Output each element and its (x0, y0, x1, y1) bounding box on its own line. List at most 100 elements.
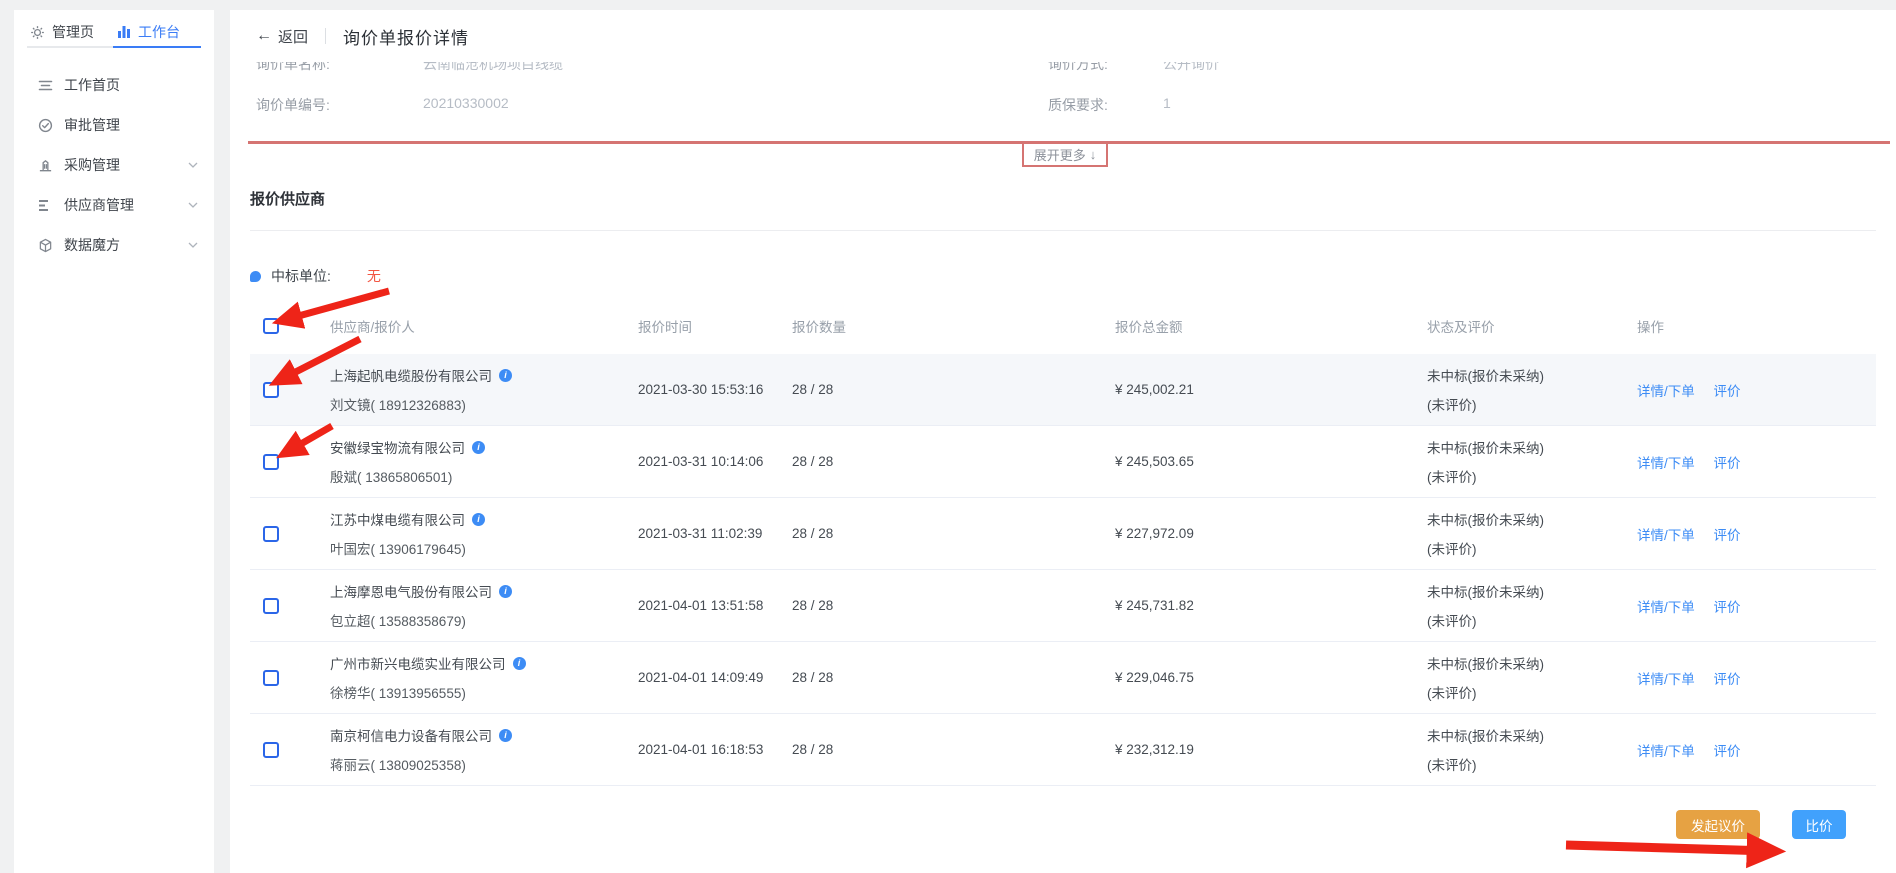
sidebar-item-work-home[interactable]: 工作首页 (14, 65, 214, 105)
approve-check-icon (38, 118, 53, 133)
status-line1: 未中标(报价未采纳) (1427, 365, 1627, 385)
supplier-company: 安徽绿宝物流有限公司 (330, 437, 465, 457)
evaluate-link[interactable]: 评价 (1714, 528, 1741, 543)
quote-qty: 28 / 28 (782, 382, 1105, 397)
row-checkbox[interactable] (263, 526, 279, 542)
content-card: ← 返回 询价单报价详情 询价单名称: 云南临沧机场项目线缆 询价方式: 公开询… (230, 10, 1896, 873)
quote-qty: 28 / 28 (782, 598, 1105, 613)
info-icon[interactable] (499, 585, 512, 598)
quote-qty: 28 / 28 (782, 454, 1105, 469)
quote-amount: ¥ 227,972.09 (1105, 526, 1417, 541)
supplier-company: 上海起帆电缆股份有限公司 (330, 365, 492, 385)
status-line1: 未中标(报价未采纳) (1427, 725, 1627, 745)
sidebar-menu: 工作首页 审批管理 采购管理 (14, 65, 214, 265)
page-title: 询价单报价详情 (343, 24, 469, 49)
sidebar-item-label: 审批管理 (64, 115, 120, 135)
procurement-icon (38, 158, 53, 173)
warranty-value: 1 (1163, 95, 1171, 111)
info-icon[interactable] (472, 441, 485, 454)
sidebar-item-label: 供应商管理 (64, 195, 134, 215)
evaluate-link[interactable]: 评价 (1714, 672, 1741, 687)
gear-icon (30, 25, 45, 40)
compare-price-button[interactable]: 比价 (1792, 810, 1846, 839)
back-label: 返回 (278, 26, 308, 47)
row-checkbox[interactable] (263, 454, 279, 470)
row-checkbox[interactable] (263, 382, 279, 398)
down-arrow-icon: ↓ (1090, 147, 1097, 162)
sidebar-item-procurement[interactable]: 采购管理 (14, 145, 214, 185)
home-lines-icon (38, 79, 53, 92)
supplier-company: 广州市新兴电缆实业有限公司 (330, 653, 506, 673)
supplier-company: 南京柯信电力设备有限公司 (330, 725, 492, 745)
detail-order-link[interactable]: 详情/下单 (1637, 672, 1695, 687)
quote-qty: 28 / 28 (782, 742, 1105, 757)
inquiry-no-label: 询价单编号: (256, 95, 330, 115)
form-row: 询价单编号: 20210330002 质保要求: 1 (230, 95, 1896, 115)
supplier-list-icon (38, 199, 53, 212)
supplier-contact: 蒋丽云( 13809025358) (330, 754, 628, 774)
evaluate-link[interactable]: 评价 (1714, 384, 1741, 399)
table-row: 安徽绿宝物流有限公司 殷斌( 13865806501) 2021-03-31 1… (250, 426, 1876, 498)
row-checkbox[interactable] (263, 598, 279, 614)
quote-qty: 28 / 28 (782, 526, 1105, 541)
status-line2: (未评价) (1427, 538, 1627, 558)
expand-more-label: 展开更多 (1034, 145, 1086, 164)
info-icon[interactable] (513, 657, 526, 670)
supplier-contact: 包立超( 13588358679) (330, 610, 628, 630)
status-line1: 未中标(报价未采纳) (1427, 437, 1627, 457)
select-all-checkbox[interactable] (263, 318, 279, 334)
quote-amount: ¥ 229,046.75 (1105, 670, 1417, 685)
page: 管理页 工作台 工作首页 (0, 0, 1896, 873)
row-checkbox[interactable] (263, 670, 279, 686)
back-arrow-icon: ← (256, 27, 272, 45)
footer-actions: 发起议价 比价 (1676, 810, 1846, 839)
winner-row: 中标单位: 无 (250, 266, 381, 286)
table-row: 广州市新兴电缆实业有限公司 徐榜华( 13913956555) 2021-04-… (250, 642, 1876, 714)
detail-order-link[interactable]: 详情/下单 (1637, 600, 1695, 615)
quote-time: 2021-04-01 13:51:58 (628, 598, 782, 613)
evaluate-link[interactable]: 评价 (1714, 744, 1741, 759)
sidebar-item-label: 工作首页 (64, 75, 120, 95)
detail-order-link[interactable]: 详情/下单 (1637, 744, 1695, 759)
table-row: 江苏中煤电缆有限公司 叶国宏( 13906179645) 2021-03-31 … (250, 498, 1876, 570)
table-header: 供应商/报价人 报价时间 报价数量 报价总金额 状态及评价 操作 (250, 298, 1876, 354)
tab-workbench[interactable]: 工作台 (114, 18, 201, 46)
status-line2: (未评价) (1427, 610, 1627, 630)
tab-admin-page[interactable]: 管理页 (27, 18, 114, 46)
table-row: 上海起帆电缆股份有限公司 刘文镜( 18912326883) 2021-03-3… (250, 354, 1876, 426)
tab-workbench-label: 工作台 (138, 22, 180, 42)
quote-time: 2021-03-31 10:14:06 (628, 454, 782, 469)
inquiry-name-label: 询价单名称: (256, 62, 330, 74)
quote-amount: ¥ 232,312.19 (1105, 742, 1417, 757)
evaluate-link[interactable]: 评价 (1714, 456, 1741, 471)
winner-value: 无 (367, 266, 381, 286)
form-row-clipped: 询价单名称: 云南临沧机场项目线缆 询价方式: 公开询价 (230, 62, 1896, 75)
supplier-contact: 殷斌( 13865806501) (330, 466, 628, 486)
chevron-down-icon (188, 202, 198, 208)
chevron-down-icon (188, 242, 198, 248)
info-icon[interactable] (499, 369, 512, 382)
cube-icon (38, 238, 53, 253)
section-title: 报价供应商 (250, 188, 325, 209)
expand-more-button[interactable]: 展开更多 ↓ (1022, 142, 1108, 167)
back-button[interactable]: ← 返回 (256, 26, 308, 47)
sidebar-item-approval[interactable]: 审批管理 (14, 105, 214, 145)
row-checkbox[interactable] (263, 742, 279, 758)
start-negotiation-button[interactable]: 发起议价 (1676, 810, 1760, 839)
evaluate-link[interactable]: 评价 (1714, 600, 1741, 615)
detail-order-link[interactable]: 详情/下单 (1637, 384, 1695, 399)
winner-label: 中标单位: (271, 266, 331, 286)
info-icon[interactable] (499, 729, 512, 742)
info-icon[interactable] (472, 513, 485, 526)
sidebar-tabs: 管理页 工作台 (27, 18, 201, 48)
header-divider (325, 28, 326, 44)
sidebar-item-data-cube[interactable]: 数据魔方 (14, 225, 214, 265)
supplier-contact: 刘文镜( 18912326883) (330, 394, 628, 414)
detail-order-link[interactable]: 详情/下单 (1637, 528, 1695, 543)
status-line2: (未评价) (1427, 754, 1627, 774)
detail-order-link[interactable]: 详情/下单 (1637, 456, 1695, 471)
bar-chart-icon (117, 25, 131, 39)
status-line2: (未评价) (1427, 466, 1627, 486)
sidebar-item-suppliers[interactable]: 供应商管理 (14, 185, 214, 225)
supplier-contact: 徐榜华( 13913956555) (330, 682, 628, 702)
